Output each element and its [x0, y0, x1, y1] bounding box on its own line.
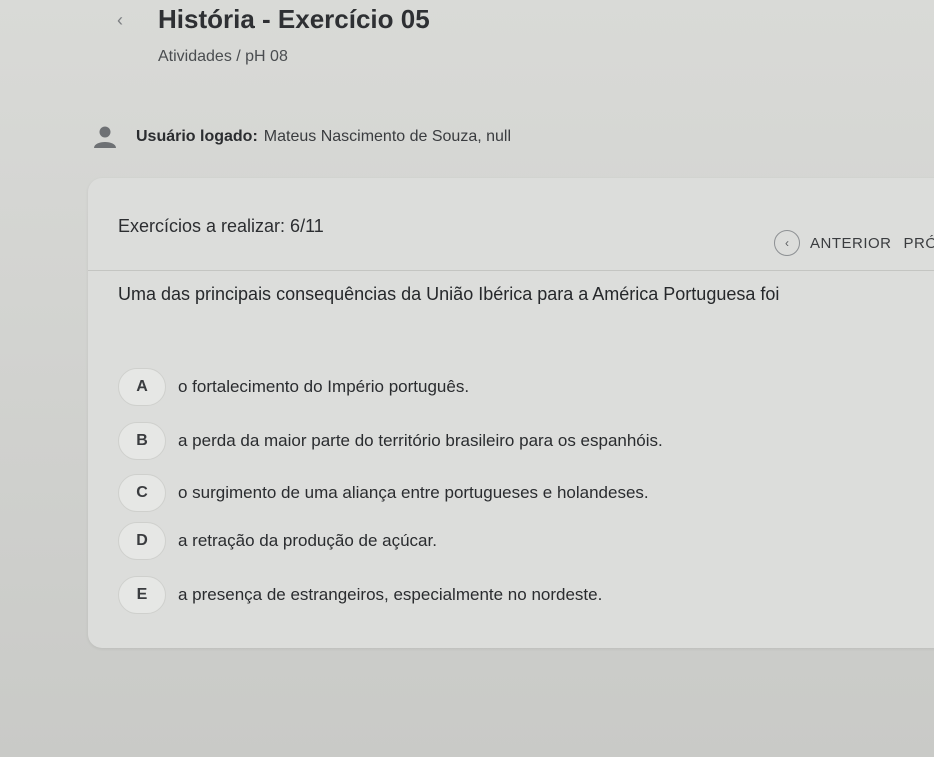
breadcrumb[interactable]: Atividades / pH 08	[158, 48, 288, 66]
option-e[interactable]: E a presença de estrangeiros, especialme…	[118, 576, 602, 614]
logged-user-row: Usuário logado: Mateus Nascimento de Sou…	[92, 124, 511, 150]
option-c[interactable]: C o surgimento de uma aliança entre port…	[118, 474, 649, 512]
question-text: Uma das principais consequências da Uniã…	[118, 284, 780, 304]
option-text[interactable]: a presença de estrangeiros, especialment…	[178, 585, 602, 605]
divider	[88, 270, 934, 271]
option-letter[interactable]: A	[118, 368, 166, 406]
option-letter[interactable]: E	[118, 576, 166, 614]
option-letter[interactable]: D	[118, 522, 166, 560]
option-a[interactable]: A o fortalecimento do Império português.	[118, 368, 469, 406]
page-title: História - Exercício 05	[158, 4, 430, 34]
option-b[interactable]: B a perda da maior parte do território b…	[118, 422, 663, 460]
user-label: Usuário logado:	[136, 128, 258, 145]
exercise-card: Exercícios a realizar: 6/11 ‹ ANTERIOR P…	[88, 178, 934, 648]
back-button[interactable]: ‹	[108, 8, 132, 32]
option-letter[interactable]: C	[118, 474, 166, 512]
previous-button[interactable]: ANTERIOR	[810, 235, 892, 252]
option-letter[interactable]: B	[118, 422, 166, 460]
option-text[interactable]: o fortalecimento do Império português.	[178, 377, 469, 397]
exercise-counter: Exercícios a realizar: 6/11	[118, 216, 324, 236]
option-d[interactable]: D a retração da produção de açúcar.	[118, 522, 437, 560]
user-name: Mateus Nascimento de Souza, null	[263, 128, 512, 145]
page: ‹ História - Exercício 05 Atividades / p…	[0, 0, 934, 757]
option-text[interactable]: a retração da produção de açúcar.	[178, 531, 437, 551]
option-text[interactable]: o surgimento de uma aliança entre portug…	[178, 483, 649, 503]
option-text[interactable]: a perda da maior parte do território bra…	[178, 431, 663, 451]
next-button[interactable]: PRÓ	[904, 235, 934, 252]
user-icon	[92, 124, 118, 150]
exercise-navigation: ‹ ANTERIOR PRÓ	[774, 230, 934, 256]
chevron-left-icon[interactable]: ‹	[774, 230, 800, 256]
